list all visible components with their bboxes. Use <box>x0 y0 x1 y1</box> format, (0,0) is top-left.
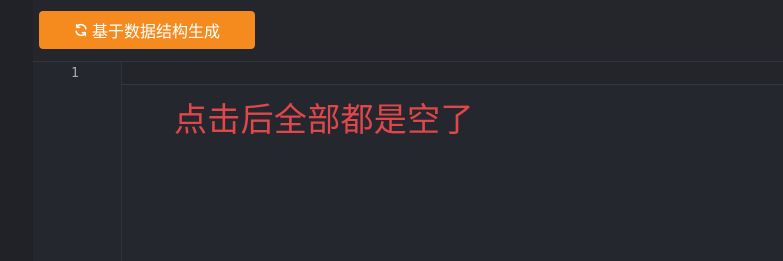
refresh-icon <box>74 23 88 37</box>
toolbar: 基于数据结构生成 <box>33 0 783 62</box>
line-number-gutter: 1 <box>33 62 122 261</box>
annotation-text: 点击后全部都是空了 <box>174 100 474 139</box>
generate-button-label: 基于数据结构生成 <box>91 22 220 41</box>
left-sidebar-strip <box>0 0 34 261</box>
editor-active-line[interactable] <box>122 62 783 85</box>
line-number: 1 <box>71 66 79 81</box>
code-editor[interactable]: 1 <box>33 62 783 261</box>
generate-from-data-structure-button[interactable]: 基于数据结构生成 <box>39 11 255 49</box>
